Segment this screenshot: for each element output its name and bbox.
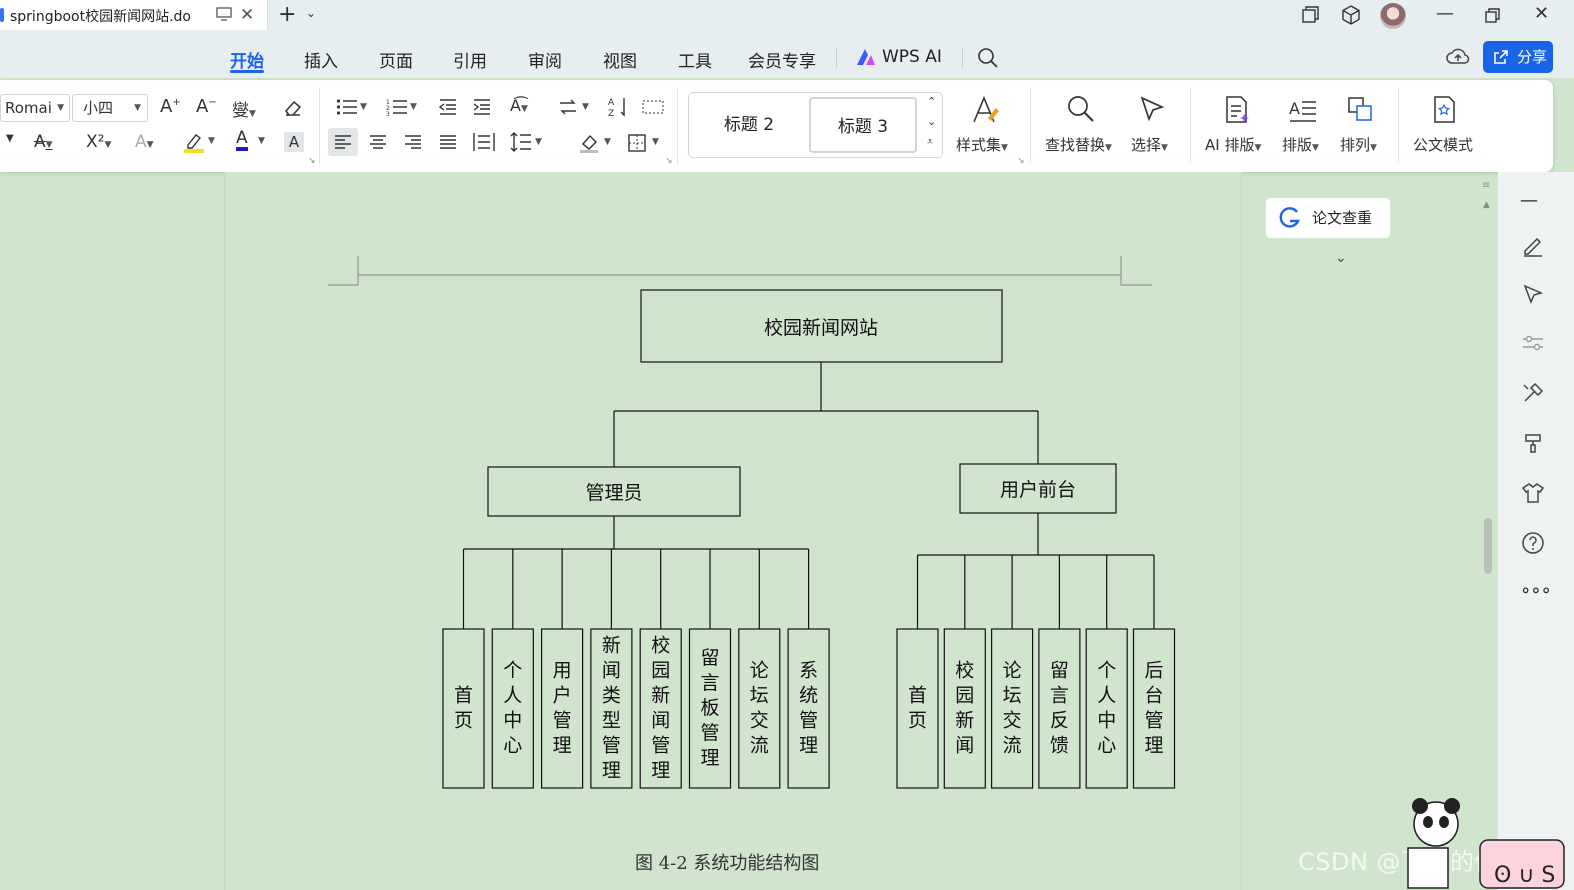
shirt-icon[interactable] xyxy=(1520,480,1546,506)
admin-leaf-node: 新闻类型管理 xyxy=(590,628,633,789)
admin-leaf-label: 留言板管理 xyxy=(700,647,719,769)
root-node-label: 校园新闻网站 xyxy=(764,317,878,339)
admin-leaf-node: 系统管理 xyxy=(787,628,830,789)
user-leaf-node: 校园新闻 xyxy=(943,628,986,789)
paint-icon[interactable] xyxy=(1520,430,1546,456)
page-margin-marks xyxy=(328,256,1152,286)
root-node: 校园新闻网站 xyxy=(640,289,1003,363)
svg-text:ʘ ∪ S: ʘ ∪ S xyxy=(1494,863,1555,888)
admin-node-label: 管理员 xyxy=(585,482,642,504)
tools-icon[interactable] xyxy=(1520,380,1546,406)
admin-leaf-node: 校园新闻管理 xyxy=(639,628,682,789)
help-icon[interactable] xyxy=(1520,530,1546,556)
panda-mascot-sticker: ʘ ∪ S xyxy=(1407,798,1565,889)
pen-edit-icon[interactable] xyxy=(1520,232,1546,258)
user-frontend-node: 用户前台 xyxy=(959,463,1117,514)
function-structure-diagram: 校园新闻网站管理员 用户前台首页个人中心用户管理新闻类型管理校园新闻管理留言板管理… xyxy=(328,256,1176,789)
paper-check-icon xyxy=(1279,207,1300,228)
scroll-up-icon[interactable]: ▲ xyxy=(1483,200,1490,210)
admin-leaf-node: 个人中心 xyxy=(491,628,534,789)
paper-check-label: 论文查重 xyxy=(1312,209,1373,227)
user-leaf-node: 个人中心 xyxy=(1085,628,1128,789)
admin-leaf-node: 论坛交流 xyxy=(738,628,781,789)
pointer-select-icon[interactable] xyxy=(1520,281,1546,307)
figure-caption: 图 4-2 系统功能结构图 xyxy=(635,853,820,874)
paper-check-button[interactable]: 论文查重 xyxy=(1266,198,1390,238)
diagram-boxes: 校园新闻网站管理员 用户前台首页个人中心用户管理新闻类型管理校园新闻管理留言板管理… xyxy=(442,289,1176,789)
adjust-sliders-icon[interactable] xyxy=(1520,330,1546,356)
scroll-split-icon[interactable]: ≡ xyxy=(1482,180,1490,191)
admin-leaf-node: 留言板管理 xyxy=(688,628,732,789)
admin-leaf-node: 首页 xyxy=(442,628,485,789)
more-options-icon[interactable]: ∘∘∘ xyxy=(1520,580,1552,606)
user-leaf-node: 后台管理 xyxy=(1132,628,1176,789)
admin-node: 管理员 xyxy=(487,466,741,517)
panel-expand-chevron-icon[interactable]: ⌄ xyxy=(1335,250,1347,266)
scrollbar-thumb[interactable] xyxy=(1484,518,1492,574)
user-leaf-node: 留言反馈 xyxy=(1038,628,1081,789)
admin-leaf-node: 用户管理 xyxy=(540,628,584,789)
user-leaf-node: 论坛交流 xyxy=(990,628,1034,789)
user-leaf-node: 首页 xyxy=(896,628,939,789)
collapse-rail-icon[interactable]: — xyxy=(1520,190,1546,216)
user-frontend-node-label: 用户前台 xyxy=(1000,479,1076,501)
